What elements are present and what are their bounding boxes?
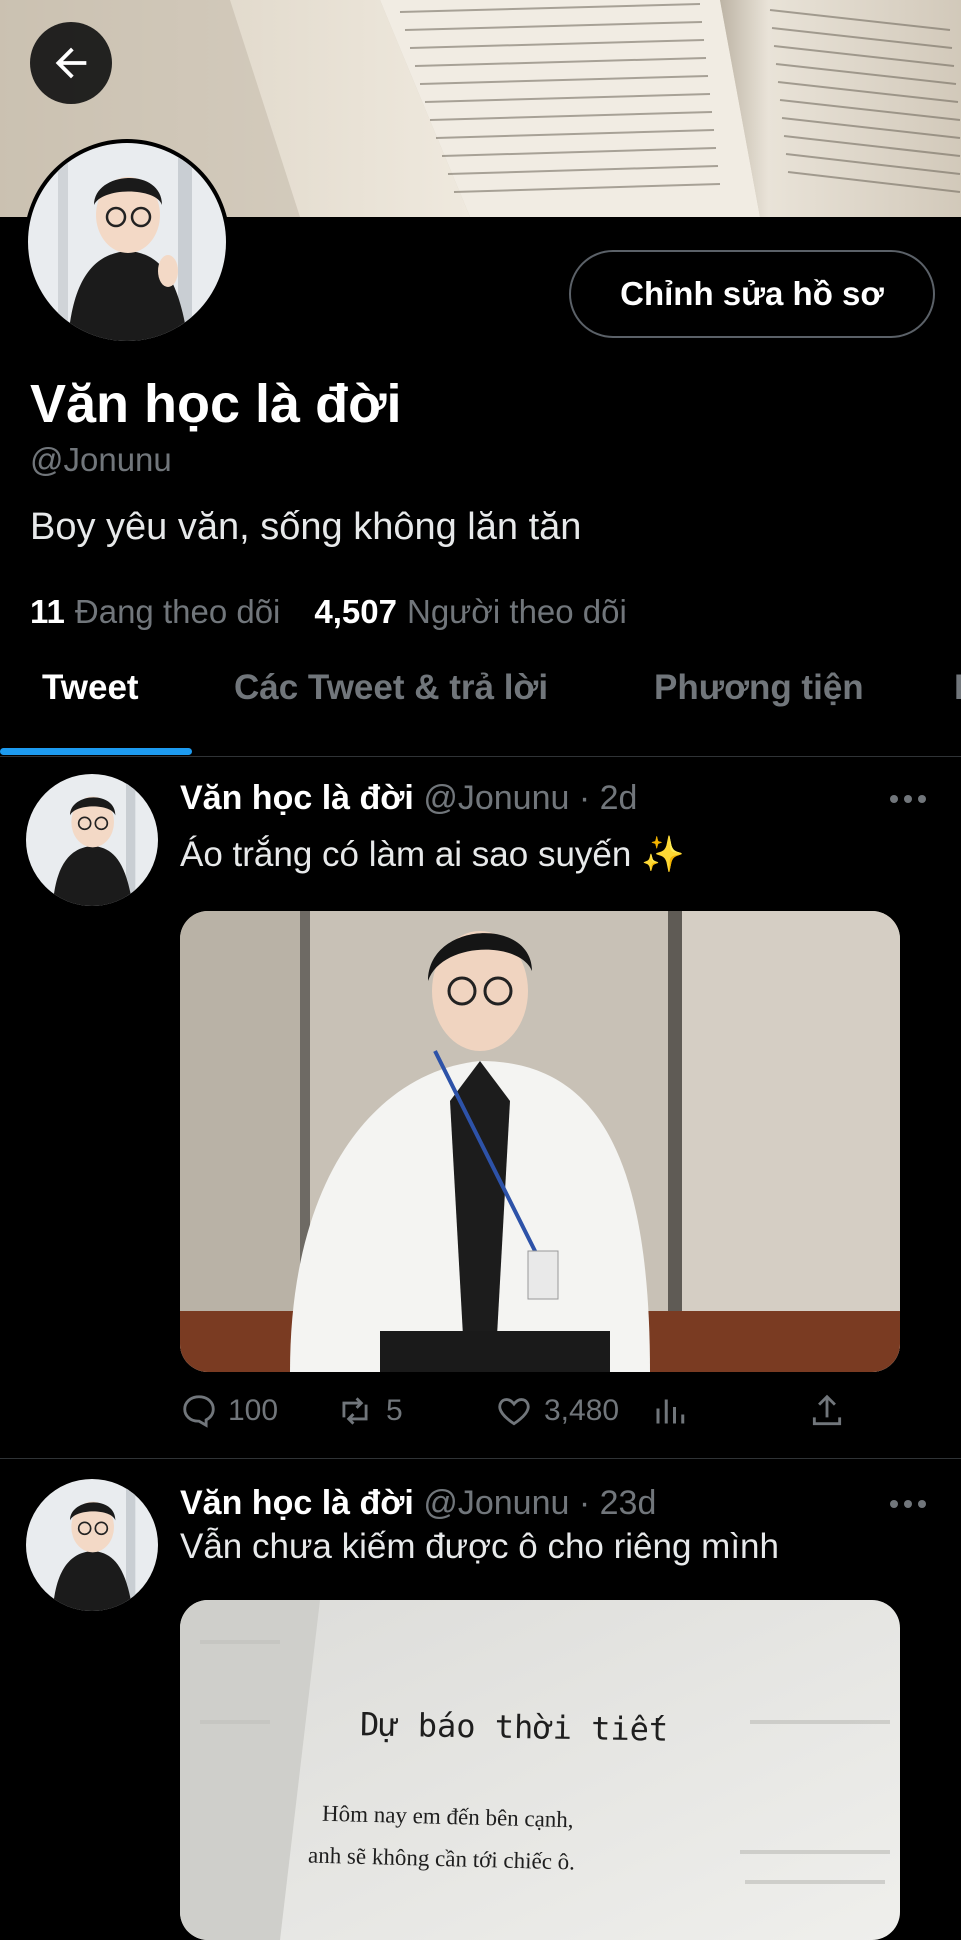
tweet-author-handle[interactable]: @Jonunu	[423, 779, 569, 817]
profile-stats: 11 Đang theo dõi 4,507 Người theo dõi	[30, 590, 651, 634]
tweet-timestamp[interactable]: · 2d	[579, 779, 638, 817]
views-button[interactable]	[652, 1392, 688, 1428]
tweet-author-name[interactable]: Văn học là đời	[180, 779, 414, 817]
tweet-text: Áo trắng có làm ai sao suyến ✨	[180, 835, 685, 874]
following-label[interactable]: Đang theo dõi	[75, 590, 281, 634]
tweet-header: Văn học là đời @Jonunu · 2d	[180, 776, 637, 820]
tweet-header: Văn học là đời @Jonunu · 23d	[180, 1481, 656, 1525]
active-tab-indicator	[0, 748, 192, 755]
profile-bio: Boy yêu văn, sống không lăn tăn	[30, 506, 582, 548]
tab-tweets[interactable]: Tweet	[42, 668, 139, 708]
tweet-timestamp[interactable]: · 23d	[579, 1484, 657, 1522]
media-page-title: Dự báo thời tiết	[359, 1705, 669, 1749]
tweet-avatar[interactable]	[26, 1479, 158, 1611]
edit-profile-button[interactable]: Chỉnh sửa hồ sơ	[569, 250, 935, 338]
tab-tweets-replies[interactable]: Các Tweet & trả lời	[234, 668, 548, 708]
heart-icon	[498, 1398, 530, 1426]
tweet-text: Vẫn chưa kiếm được ô cho riêng mình	[180, 1527, 779, 1566]
bar-chart-icon	[656, 1399, 685, 1424]
retweet-count: 5	[386, 1394, 403, 1427]
tab-next-partial[interactable]: L	[954, 668, 961, 708]
tweet-author-name[interactable]: Văn học là đời	[180, 1484, 414, 1522]
profile-display-name: Văn học là đời	[30, 374, 402, 434]
retweet-button[interactable]: 5	[334, 1392, 403, 1430]
like-count: 3,480	[544, 1394, 620, 1427]
like-button[interactable]: 3,480	[494, 1392, 619, 1430]
share-button[interactable]	[808, 1392, 846, 1430]
back-button[interactable]	[30, 22, 112, 104]
reply-button[interactable]: 100	[180, 1392, 278, 1430]
tweet-actions: 100 5 3,480	[180, 1392, 900, 1442]
more-horizontal-icon[interactable]	[888, 1494, 928, 1514]
speech-bubble-icon	[183, 1395, 215, 1428]
arrow-left-icon	[55, 47, 87, 79]
profile-tabs: Tweet Các Tweet & trả lời Phương tiện L	[0, 650, 961, 757]
tweet-photo[interactable]: Dự báo thời tiết Hôm nay em đến bên cạnh…	[180, 1600, 900, 1940]
profile-handle: @Jonunu	[30, 441, 172, 478]
followers-count[interactable]: 4,507	[314, 590, 397, 634]
reply-count: 100	[228, 1394, 279, 1427]
tweet-photo[interactable]	[180, 911, 900, 1372]
tweet-author-handle[interactable]: @Jonunu	[423, 1484, 569, 1522]
profile-avatar[interactable]	[24, 139, 230, 345]
tweet-divider	[0, 1458, 961, 1459]
following-count[interactable]: 11	[30, 590, 65, 634]
retweet-icon	[342, 1397, 368, 1425]
tweet-avatar[interactable]	[26, 774, 158, 906]
followers-label[interactable]: Người theo dõi	[407, 590, 627, 634]
share-upload-icon	[812, 1394, 842, 1426]
tab-media[interactable]: Phương tiện	[654, 668, 864, 708]
more-horizontal-icon[interactable]	[888, 789, 928, 809]
